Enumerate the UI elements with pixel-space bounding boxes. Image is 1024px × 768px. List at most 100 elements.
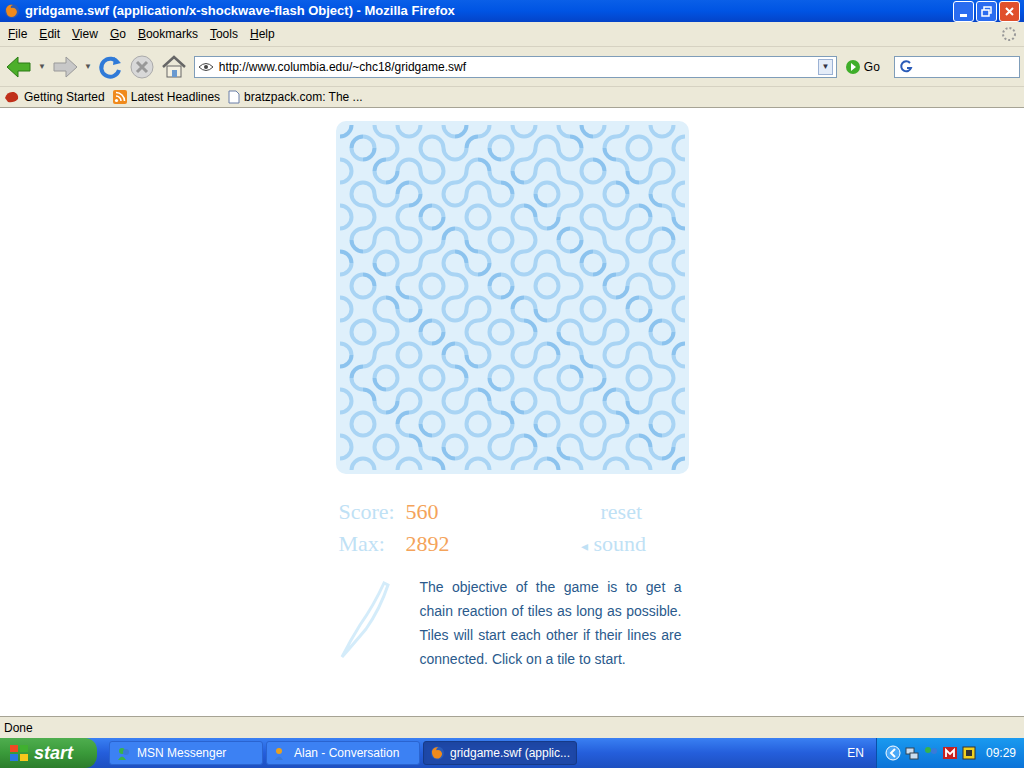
tile[interactable] — [524, 401, 547, 424]
tile[interactable] — [363, 401, 386, 424]
tile[interactable] — [616, 148, 639, 171]
tile[interactable] — [662, 263, 685, 286]
tile[interactable] — [547, 240, 570, 263]
tile[interactable] — [501, 332, 524, 355]
tile[interactable] — [616, 424, 639, 447]
go-button[interactable]: Go — [845, 58, 880, 76]
tile[interactable] — [409, 401, 432, 424]
people-icon[interactable] — [923, 745, 939, 761]
tile[interactable] — [455, 194, 478, 217]
tile[interactable] — [547, 263, 570, 286]
tile[interactable] — [662, 401, 685, 424]
tile[interactable] — [593, 148, 616, 171]
tile[interactable] — [570, 240, 593, 263]
tile[interactable] — [616, 125, 639, 148]
tile[interactable] — [662, 424, 685, 447]
tile[interactable] — [639, 217, 662, 240]
tile[interactable] — [639, 401, 662, 424]
start-button[interactable]: start — [0, 738, 97, 768]
tile[interactable] — [340, 378, 363, 401]
tile[interactable] — [340, 355, 363, 378]
tile[interactable] — [662, 378, 685, 401]
tile[interactable] — [524, 378, 547, 401]
tile[interactable] — [386, 424, 409, 447]
restore-button[interactable] — [976, 1, 997, 22]
tile[interactable] — [639, 263, 662, 286]
tile[interactable] — [455, 148, 478, 171]
tile[interactable] — [524, 424, 547, 447]
menu-item[interactable]: Go — [104, 25, 132, 43]
tile[interactable] — [455, 217, 478, 240]
app-icon[interactable] — [961, 745, 977, 761]
tile[interactable] — [524, 447, 547, 470]
tile[interactable] — [662, 355, 685, 378]
tile[interactable] — [478, 401, 501, 424]
tile[interactable] — [616, 263, 639, 286]
tile[interactable] — [593, 125, 616, 148]
taskbar-button[interactable]: MSN Messenger — [109, 741, 263, 765]
menu-item[interactable]: File — [2, 25, 33, 43]
tile[interactable] — [363, 171, 386, 194]
tile[interactable] — [363, 263, 386, 286]
tile[interactable] — [478, 194, 501, 217]
tile[interactable] — [340, 194, 363, 217]
tile[interactable] — [455, 378, 478, 401]
tile[interactable] — [524, 194, 547, 217]
tile[interactable] — [478, 217, 501, 240]
tile[interactable] — [409, 447, 432, 470]
tile[interactable] — [570, 217, 593, 240]
tile[interactable] — [524, 217, 547, 240]
tile[interactable] — [409, 171, 432, 194]
taskbar-button[interactable]: Alan - Conversation — [266, 741, 420, 765]
tile[interactable] — [524, 125, 547, 148]
tile[interactable] — [501, 171, 524, 194]
tile[interactable] — [616, 309, 639, 332]
tile[interactable] — [340, 263, 363, 286]
tile[interactable] — [455, 424, 478, 447]
tile[interactable] — [639, 125, 662, 148]
tile[interactable] — [547, 378, 570, 401]
tile[interactable] — [547, 217, 570, 240]
tile[interactable] — [570, 309, 593, 332]
tile[interactable] — [432, 447, 455, 470]
tile[interactable] — [501, 263, 524, 286]
menu-item[interactable]: View — [66, 25, 104, 43]
tile[interactable] — [386, 171, 409, 194]
tile[interactable] — [363, 309, 386, 332]
tile[interactable] — [340, 401, 363, 424]
tile[interactable] — [593, 194, 616, 217]
tile[interactable] — [616, 217, 639, 240]
tile[interactable] — [478, 332, 501, 355]
tile[interactable] — [501, 378, 524, 401]
close-button[interactable] — [999, 1, 1020, 22]
tile[interactable] — [570, 401, 593, 424]
tile[interactable] — [432, 171, 455, 194]
tile[interactable] — [478, 309, 501, 332]
tile[interactable] — [662, 332, 685, 355]
language-indicator[interactable]: EN — [847, 744, 864, 762]
forward-arrow-icon[interactable] — [50, 54, 80, 80]
tile[interactable] — [340, 148, 363, 171]
tile[interactable] — [455, 240, 478, 263]
tile[interactable] — [455, 125, 478, 148]
tile[interactable] — [363, 125, 386, 148]
tile[interactable] — [524, 148, 547, 171]
tile[interactable] — [547, 171, 570, 194]
tile[interactable] — [455, 355, 478, 378]
tile[interactable] — [478, 240, 501, 263]
tile[interactable] — [386, 332, 409, 355]
tile[interactable] — [501, 286, 524, 309]
tile[interactable] — [409, 424, 432, 447]
tile[interactable] — [593, 286, 616, 309]
tile[interactable] — [386, 148, 409, 171]
reset-button[interactable]: reset — [601, 496, 643, 528]
sound-button[interactable]: ◂ sound — [581, 528, 647, 563]
tile[interactable] — [501, 240, 524, 263]
tile[interactable] — [501, 424, 524, 447]
tile[interactable] — [547, 286, 570, 309]
tile[interactable] — [501, 217, 524, 240]
tile[interactable] — [478, 424, 501, 447]
tile[interactable] — [639, 447, 662, 470]
tile[interactable] — [340, 286, 363, 309]
tile[interactable] — [432, 240, 455, 263]
